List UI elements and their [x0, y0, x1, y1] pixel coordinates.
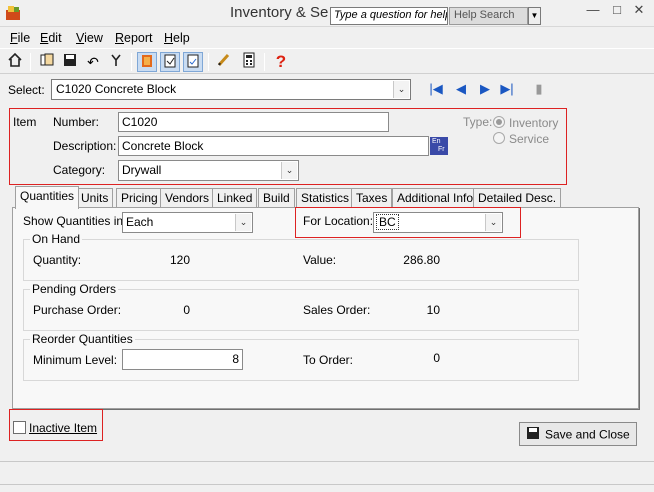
item-section-label: Item [13, 115, 37, 129]
tab-additional-info[interactable]: Additional Info [392, 188, 479, 208]
show-quantities-label: Show Quantities in: [23, 214, 127, 228]
pencil-icon[interactable] [214, 52, 234, 72]
tab-vendors[interactable]: Vendors [160, 188, 215, 208]
on-hand-group [23, 239, 579, 281]
tab-linked[interactable]: Linked [212, 188, 258, 208]
tab-detailed-desc[interactable]: Detailed Desc. [473, 188, 562, 208]
description-label: Description: [53, 139, 117, 153]
type-service-radio[interactable] [493, 132, 505, 144]
minimum-level-label: Minimum Level: [33, 353, 118, 367]
to-order-value: 0 [433, 351, 440, 365]
app-icon[interactable] [4, 4, 22, 22]
category-label: Category: [53, 163, 106, 177]
save-and-close-label: Save and Close [545, 427, 630, 442]
title-bar: Inventory & Se Type a question for help … [0, 0, 654, 27]
description-field[interactable]: Concrete Block [118, 136, 429, 156]
checklist-icon[interactable] [183, 52, 203, 72]
chevron-down-icon[interactable]: ⌄ [235, 214, 251, 231]
inactive-item-checkbox[interactable] [13, 421, 26, 434]
help-icon[interactable]: ? [271, 52, 291, 72]
location-combo[interactable]: BC ⌄ [373, 212, 503, 233]
menu-report[interactable]: Report [115, 31, 153, 45]
type-service-label: Service [509, 132, 550, 146]
tab-taxes[interactable]: Taxes [351, 188, 393, 208]
undo-icon[interactable]: ↶ [83, 52, 103, 72]
copy-icon[interactable] [37, 52, 57, 72]
menu-file[interactable]: File [10, 31, 30, 45]
last-record-icon[interactable]: ▶| [498, 80, 516, 98]
type-label: Type: [463, 115, 493, 129]
inventory-icon[interactable] [137, 52, 157, 72]
calculator-icon[interactable] [239, 52, 259, 72]
chevron-down-icon[interactable]: ⌄ [281, 162, 297, 179]
tab-build[interactable]: Build [258, 188, 295, 208]
chevron-down-icon[interactable]: ⌄ [393, 81, 409, 98]
tab-statistics[interactable]: Statistics [296, 188, 355, 208]
home-icon[interactable] [5, 52, 25, 72]
lookup-icon: ▮ [535, 81, 543, 96]
previous-record-icon[interactable]: ◀ [452, 80, 470, 98]
save-icon [526, 426, 540, 443]
select-label: Select: [8, 83, 45, 97]
toolbar: ↶ ? [0, 48, 654, 74]
show-quantities-combo[interactable]: Each ⌄ [122, 212, 253, 233]
type-inventory-radio[interactable] [493, 116, 505, 128]
category-combo[interactable]: Drywall ⌄ [118, 160, 299, 181]
sales-order-label: Sales Order: [303, 303, 371, 317]
select-item-combo[interactable]: C1020 Concrete Block ⌄ [51, 79, 411, 100]
first-record-icon[interactable]: |◀ [427, 80, 445, 98]
next-record-icon[interactable]: ▶ [476, 80, 494, 98]
tab-units[interactable]: Units [76, 188, 114, 208]
menu-help[interactable]: Help [164, 31, 190, 45]
save-and-close-button[interactable]: Save and Close [519, 422, 637, 446]
remove-icon[interactable] [106, 52, 126, 72]
inactive-item-label: Inactive Item [29, 421, 98, 435]
tab-pricing[interactable]: Pricing [116, 188, 163, 208]
save-icon[interactable] [60, 52, 80, 72]
category-value: Drywall [122, 163, 162, 177]
quantity-label: Quantity: [33, 253, 82, 267]
type-inventory-label: Inventory [509, 116, 559, 130]
sales-order-value: 10 [426, 303, 440, 317]
select-item-value: C1020 Concrete Block [56, 82, 177, 96]
on-hand-title: On Hand [30, 232, 83, 246]
help-search-button[interactable]: Help Search [449, 7, 528, 25]
menu-edit[interactable]: Edit [40, 31, 62, 45]
menu-bar: File Edit View Report Help [0, 28, 654, 48]
close-icon[interactable]: ✕ [624, 2, 654, 20]
clipboard-icon[interactable] [160, 52, 180, 72]
language-badge-en: En [432, 138, 441, 145]
language-badge-fr: Fr [438, 146, 445, 153]
show-quantities-value: Each [126, 215, 154, 229]
minimum-level-field[interactable]: 8 [122, 349, 243, 370]
status-bar [0, 461, 654, 485]
number-field[interactable]: C1020 [118, 112, 389, 132]
chevron-down-icon[interactable]: ⌄ [485, 214, 501, 231]
help-dropdown-button[interactable]: ▼ [528, 7, 541, 25]
location-value: BC [376, 214, 399, 230]
value-amount: 286.80 [403, 253, 440, 267]
minimize-icon[interactable]: — [580, 2, 606, 20]
tab-quantities[interactable]: Quantities [15, 186, 80, 209]
window-title: Inventory & Se [230, 4, 329, 21]
for-location-label: For Location: [303, 214, 374, 228]
pending-orders-title: Pending Orders [30, 282, 119, 296]
menu-view[interactable]: View [76, 31, 103, 45]
language-icon[interactable]: En Fr [430, 137, 448, 155]
purchase-order-label: Purchase Order: [33, 303, 122, 317]
help-question-input[interactable]: Type a question for help [330, 7, 448, 25]
value-label: Value: [303, 253, 337, 267]
reorder-title: Reorder Quantities [30, 332, 135, 346]
to-order-label: To Order: [303, 353, 354, 367]
quantity-value: 120 [169, 253, 190, 267]
number-label: Number: [53, 115, 100, 129]
purchase-order-value: 0 [183, 303, 190, 317]
